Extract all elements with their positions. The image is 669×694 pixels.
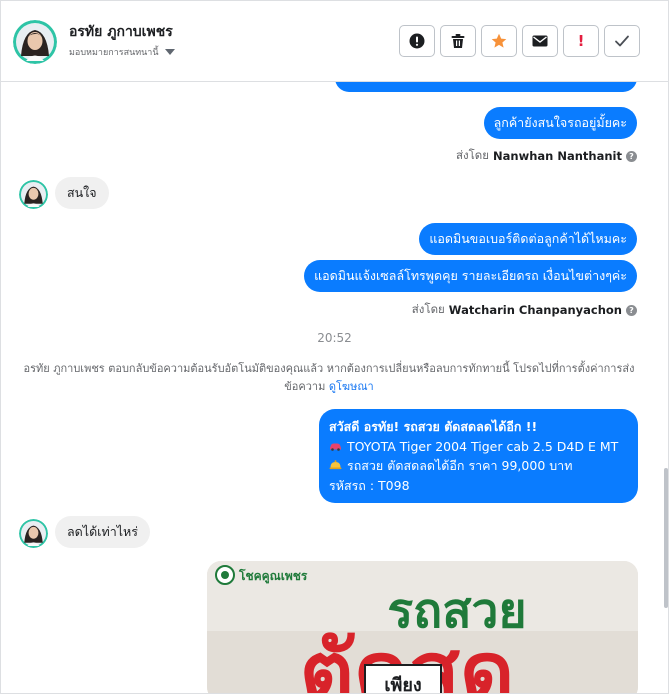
mark-unread-button[interactable] [522, 25, 558, 57]
mark-done-button[interactable] [604, 25, 640, 57]
car-icon [329, 437, 347, 457]
sent-by-info: ส่งโดย Nanwhan Nanthanit ? [456, 147, 637, 165]
message-text: ลดได้เท่าไหร่ [55, 516, 150, 548]
assign-conversation-dropdown[interactable]: มอบหมายการสนทนานี้ [69, 45, 175, 59]
contact-avatar-small[interactable] [19, 519, 48, 548]
star-icon [491, 33, 507, 48]
sent-by-name: Nanwhan Nanthanit [493, 149, 622, 163]
spam-icon [409, 33, 425, 49]
outgoing-message[interactable]: ลูกค้ายังสนใจรถอยู่มั้ยคะ [483, 107, 637, 139]
message-text: ลูกค้ายังสนใจรถอยู่มั้ยคะ [483, 107, 637, 139]
conversation-actions: ! [399, 25, 640, 57]
sent-by-label: ส่งโดย [411, 302, 445, 316]
messenger-window: อรทัย ภูกาบเพชร มอบหมายการสนทนานี้ ! ลูก… [0, 0, 669, 694]
outgoing-message[interactable]: แอดมินแจ้งเซลล์โทรพูดคุย รายละเอียดรถ เง… [304, 260, 637, 292]
promo-car-model: TOYOTA Tiger 2004 Tiger cab 2.5 D4D E MT [347, 438, 619, 454]
promo-message[interactable]: สวัสดี อรทัย! รถสวย ตัดสดลดได้อีก !! TOY… [319, 409, 638, 503]
bell-icon [329, 456, 347, 476]
promo-car-code: รหัสรถ : T098 [329, 477, 410, 493]
contact-avatar-small[interactable] [19, 180, 48, 209]
message-timestamp: 20:52 [317, 331, 352, 345]
sent-by-label: ส่งโดย [455, 148, 490, 162]
check-icon [615, 35, 629, 47]
ad-image-attachment[interactable]: โชคคูณเพชร รถสวย ตัดสด เพียง [207, 561, 638, 693]
trash-icon [451, 34, 465, 48]
caret-down-icon [164, 49, 175, 55]
help-icon[interactable]: ? [626, 150, 637, 162]
help-icon[interactable]: ? [626, 304, 637, 316]
incoming-message[interactable]: สนใจ [55, 177, 109, 209]
promo-greeting: สวัสดี อรทัย! รถสวย ตัดสดลดได้อีก !! [329, 419, 538, 434]
promo-line-car: TOYOTA Tiger 2004 Tiger cab 2.5 D4D E MT [329, 437, 628, 457]
delete-button[interactable] [440, 25, 476, 57]
incoming-message[interactable]: ลดได้เท่าไหร่ [55, 516, 150, 548]
message-bubble-partial [335, 82, 637, 92]
scrollbar-thumb[interactable] [664, 468, 668, 608]
star-button[interactable] [481, 25, 517, 57]
outgoing-message[interactable]: แอดมินขอเบอร์ติดต่อลูกค้าได้ไหมคะ [419, 223, 637, 255]
important-icon: ! [577, 31, 585, 50]
ad-badge-text: โชคคูณเพชร [238, 568, 308, 584]
message-text: แอดมินขอเบอร์ติดต่อลูกค้าได้ไหมคะ [419, 223, 637, 255]
mark-important-button[interactable]: ! [563, 25, 599, 57]
message-text: สนใจ [55, 177, 109, 209]
message-text: แอดมินแจ้งเซลล์โทรพูดคุย รายละเอียดรถ เง… [304, 260, 637, 292]
view-ad-link[interactable]: ดูโฆษณา [329, 380, 374, 393]
sent-by-name: Watcharin Chanpanyachon [448, 303, 622, 317]
promo-line-price: รถสวย ตัดสดลดได้อีก ราคา 99,000 บาท [329, 456, 628, 476]
auto-reply-notice: อรทัย ภูกาบเพชร ตอบกลับข้อความต้อนรับอัต… [19, 360, 639, 396]
ad-image: โชคคูณเพชร รถสวย ตัดสด เพียง [207, 561, 638, 693]
mark-spam-button[interactable] [399, 25, 435, 57]
mail-icon [532, 35, 548, 47]
ad-tag: เพียง [384, 675, 421, 693]
conversation-header: อรทัย ภูกาบเพชร มอบหมายการสนทนานี้ ! [1, 1, 668, 82]
sent-by-info: ส่งโดย Watcharin Chanpanyachon ? [412, 301, 637, 319]
contact-avatar[interactable] [13, 20, 57, 64]
message-thread[interactable]: ลูกค้ายังสนใจรถอยู่มั้ยคะ ส่งโดย Nanwhan… [1, 82, 668, 693]
promo-price: รถสวย ตัดสดลดได้อีก ราคา 99,000 บาท [347, 458, 573, 473]
assign-label: มอบหมายการสนทนานี้ [69, 48, 159, 58]
contact-name[interactable]: อรทัย ภูกาบเพชร [69, 21, 173, 43]
